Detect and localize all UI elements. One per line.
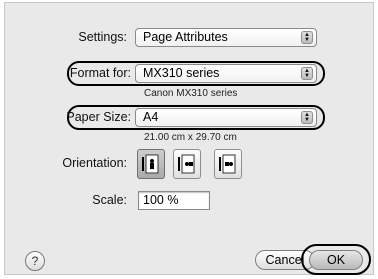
popup-arrows-icon: ▲ ▼	[301, 31, 313, 44]
format-for-label: Format for:	[69, 66, 131, 80]
format-for-popup[interactable]: MX310 series ▲ ▼	[135, 64, 317, 83]
paper-size-popup[interactable]: A4 ▲ ▼	[135, 108, 317, 127]
portrait-person-icon	[142, 154, 159, 174]
scale-label: Scale:	[92, 193, 127, 207]
help-button[interactable]: ?	[25, 251, 45, 271]
settings-value: Page Attributes	[143, 30, 228, 44]
format-for-sublabel: Canon MX310 series	[144, 88, 238, 99]
paper-size-value: A4	[143, 110, 159, 124]
paper-size-label: Paper Size:	[66, 110, 131, 124]
format-for-value: MX310 series	[143, 66, 220, 80]
popup-arrows-icon: ▲ ▼	[301, 67, 313, 80]
popup-arrows-icon: ▲ ▼	[301, 111, 313, 124]
page-setup-dialog: Settings: Page Attributes ▲ ▼ Format for:…	[4, 2, 374, 275]
landscape-left-icon	[178, 154, 195, 174]
settings-label: Settings:	[78, 30, 127, 44]
scale-input[interactable]: 100 %	[138, 191, 210, 210]
orientation-landscape-right-button[interactable]	[214, 149, 242, 179]
help-icon: ?	[31, 254, 39, 268]
settings-popup[interactable]: Page Attributes ▲ ▼	[135, 28, 317, 47]
ok-button[interactable]: OK	[309, 250, 363, 270]
landscape-right-icon	[219, 154, 236, 174]
paper-size-sublabel: 21.00 cm x 29.70 cm	[144, 132, 237, 143]
orientation-portrait-button[interactable]	[137, 149, 165, 179]
orientation-label: Orientation:	[62, 156, 127, 170]
orientation-landscape-left-button[interactable]	[173, 149, 201, 179]
